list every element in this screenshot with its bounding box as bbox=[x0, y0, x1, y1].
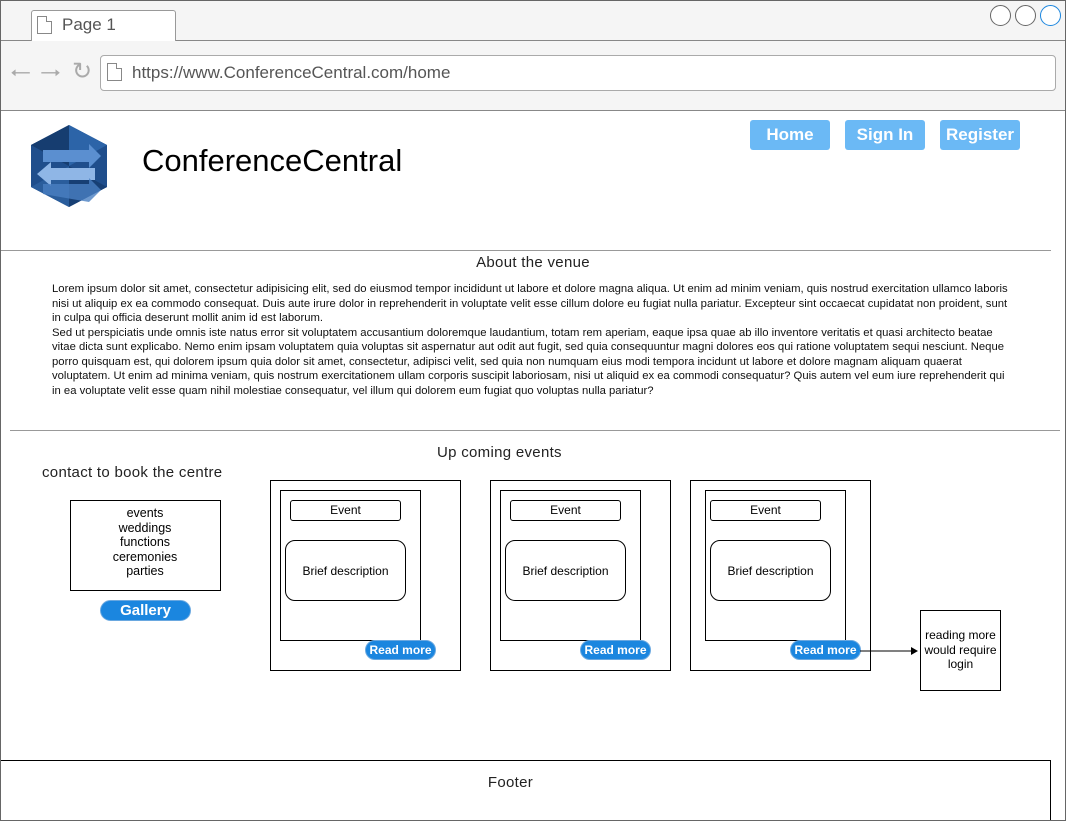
maximize-window-icon[interactable] bbox=[1015, 5, 1036, 26]
event-description: Brief description bbox=[505, 540, 626, 601]
event-title: Event bbox=[510, 500, 621, 521]
site-title: ConferenceCentral bbox=[142, 143, 403, 178]
read-more-button[interactable]: Read more bbox=[365, 640, 436, 660]
about-paragraph-1: Lorem ipsum dolor sit amet, consectetur … bbox=[52, 283, 1008, 324]
section-divider bbox=[10, 430, 1060, 431]
home-button[interactable]: Home bbox=[750, 120, 830, 150]
read-more-button[interactable]: Read more bbox=[790, 640, 861, 660]
list-item: parties bbox=[126, 564, 164, 579]
about-text: Lorem ipsum dolor sit amet, consectetur … bbox=[52, 282, 1010, 398]
event-description: Brief description bbox=[710, 540, 831, 601]
footer-label: Footer bbox=[487, 774, 534, 791]
back-arrow-icon[interactable]: 🠀 bbox=[10, 60, 31, 86]
close-window-icon[interactable] bbox=[1040, 5, 1061, 26]
list-item: ceremonies bbox=[112, 549, 178, 564]
read-more-button[interactable]: Read more bbox=[580, 640, 651, 660]
tab-label: Page 1 bbox=[62, 15, 116, 34]
header-divider bbox=[0, 250, 1051, 251]
page-icon bbox=[107, 63, 122, 81]
register-button[interactable]: Register bbox=[940, 120, 1020, 150]
reload-icon[interactable]: ↻ bbox=[72, 60, 92, 84]
arrow-right-icon bbox=[860, 647, 918, 655]
list-item: functions bbox=[119, 535, 171, 550]
event-description: Brief description bbox=[285, 540, 406, 601]
login-note: reading more would require login bbox=[920, 610, 1001, 691]
booking-heading: contact to book the centre bbox=[42, 464, 223, 481]
list-item: weddings bbox=[118, 520, 172, 535]
forward-arrow-icon[interactable]: 🠂 bbox=[40, 60, 61, 86]
list-item: events bbox=[126, 506, 164, 520]
events-heading: Up coming events bbox=[437, 444, 562, 461]
booking-list: events weddings functions ceremonies par… bbox=[71, 506, 219, 579]
hexagon-arrows-logo bbox=[31, 125, 107, 207]
url-text[interactable]: https://www.ConferenceCentral.com/home bbox=[132, 63, 450, 83]
minimize-window-icon[interactable] bbox=[990, 5, 1011, 26]
event-title: Event bbox=[290, 500, 401, 521]
about-paragraph-2: Sed ut perspiciatis unde omnis iste natu… bbox=[52, 326, 1005, 397]
about-heading: About the venue bbox=[476, 254, 590, 271]
page-icon bbox=[37, 16, 52, 34]
gallery-button[interactable]: Gallery bbox=[100, 600, 191, 621]
event-title: Event bbox=[710, 500, 821, 521]
sign-in-button[interactable]: Sign In bbox=[845, 120, 925, 150]
